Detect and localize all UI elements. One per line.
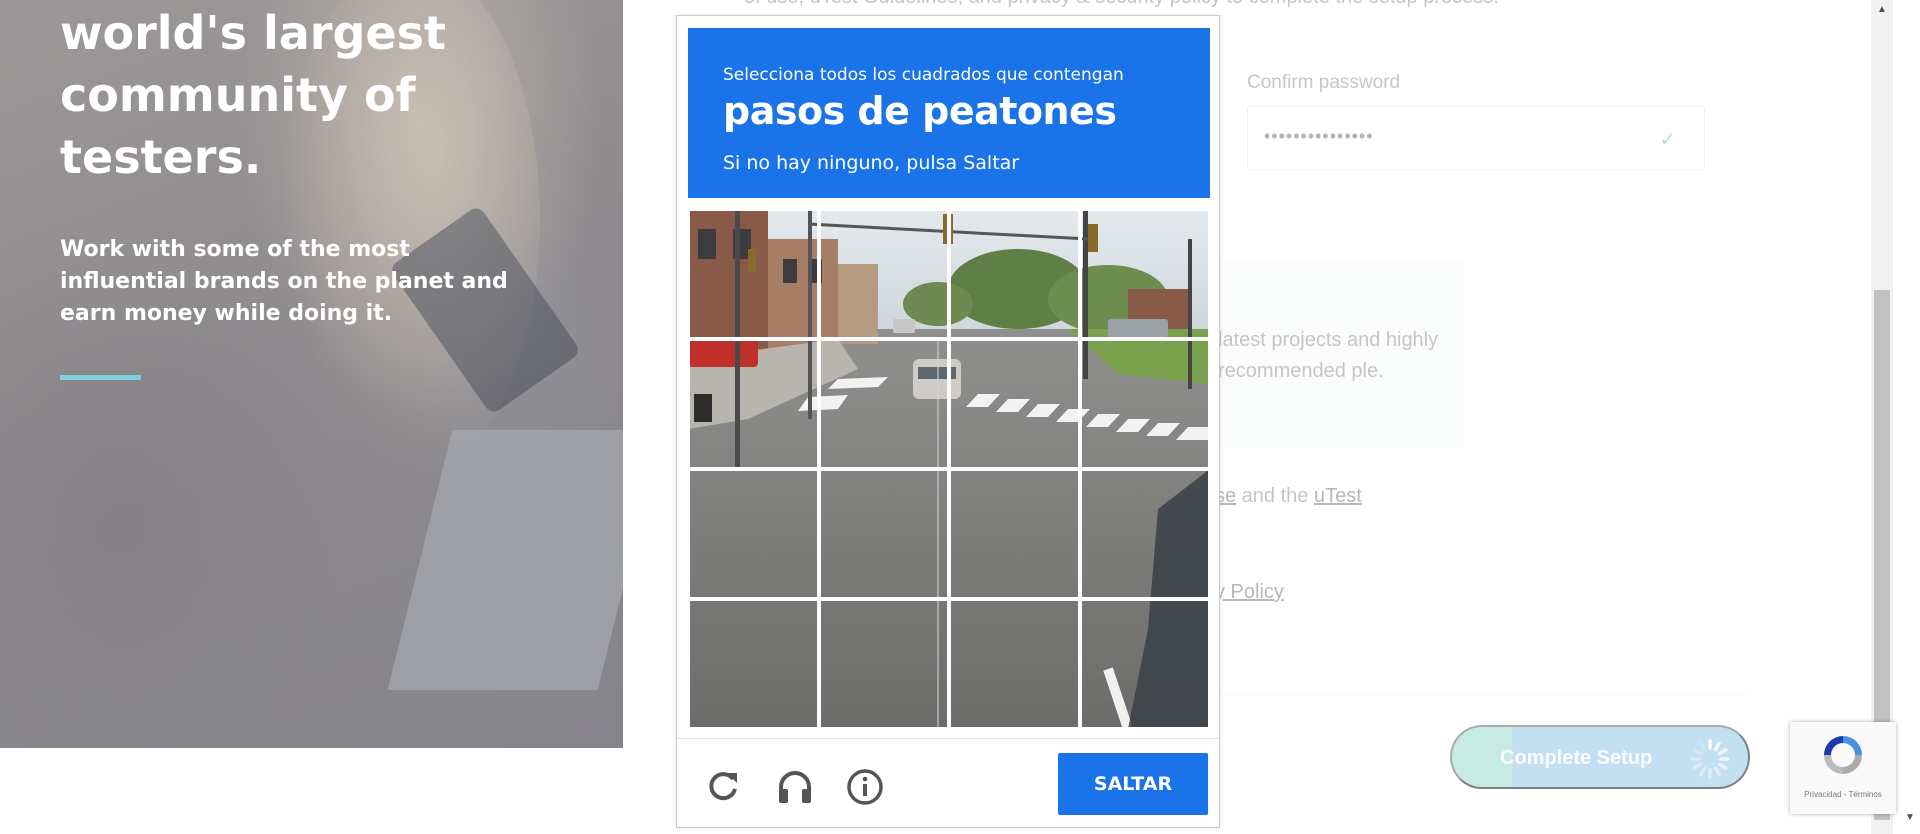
captcha-tile[interactable] [688,339,819,469]
page: world's largest community of testers. Wo… [0,0,1920,834]
captcha-tile[interactable] [949,209,1080,339]
skip-button[interactable]: SALTAR [1058,753,1208,815]
captcha-tile[interactable] [949,469,1080,599]
captcha-tile[interactable] [818,599,949,729]
hero-title: world's largest community of testers. [60,6,446,184]
scrollbar[interactable] [1871,0,1893,834]
captcha-skip-hint: Si no hay ninguno, pulsa Saltar [723,152,1020,174]
scroll-down-arrow-icon[interactable]: ▼ [1902,812,1918,828]
captcha-tile[interactable] [818,469,949,599]
hero-subtitle: Work with some of the most influential b… [60,237,508,326]
hero-accent-bar [60,375,141,380]
recaptcha-logo-icon [1824,736,1862,774]
reload-icon[interactable] [703,767,743,807]
captcha-instruction: Selecciona todos los cuadrados que conte… [723,65,1124,85]
captcha-tile[interactable] [1079,469,1210,599]
recaptcha-badge-text[interactable]: Privacidad - Términos [1790,790,1896,799]
info-icon[interactable] [845,767,885,807]
captcha-footer: SALTAR [677,738,1219,828]
captcha-tile[interactable] [1079,339,1210,469]
captcha-tile[interactable] [818,339,949,469]
captcha-tile[interactable] [1079,209,1210,339]
captcha-tile[interactable] [1079,599,1210,729]
scroll-up-arrow-icon[interactable]: ▲ [1874,4,1890,20]
captcha-tiles [688,209,1210,729]
captcha-tile[interactable] [688,209,819,339]
captcha-tile[interactable] [818,209,949,339]
captcha-tile[interactable] [949,599,1080,729]
captcha-target-label: pasos de peatones [723,89,1117,133]
hero-panel: world's largest community of testers. Wo… [0,0,623,748]
captcha-image-grid [688,209,1210,729]
captcha-dialog: Selecciona todos los cuadrados que conte… [676,15,1220,828]
captcha-tile[interactable] [949,339,1080,469]
captcha-tile[interactable] [688,599,819,729]
captcha-header: Selecciona todos los cuadrados que conte… [688,28,1210,198]
recaptcha-badge[interactable]: Privacidad - Términos [1790,722,1896,814]
headphones-icon[interactable] [775,767,815,807]
captcha-tile[interactable] [688,469,819,599]
